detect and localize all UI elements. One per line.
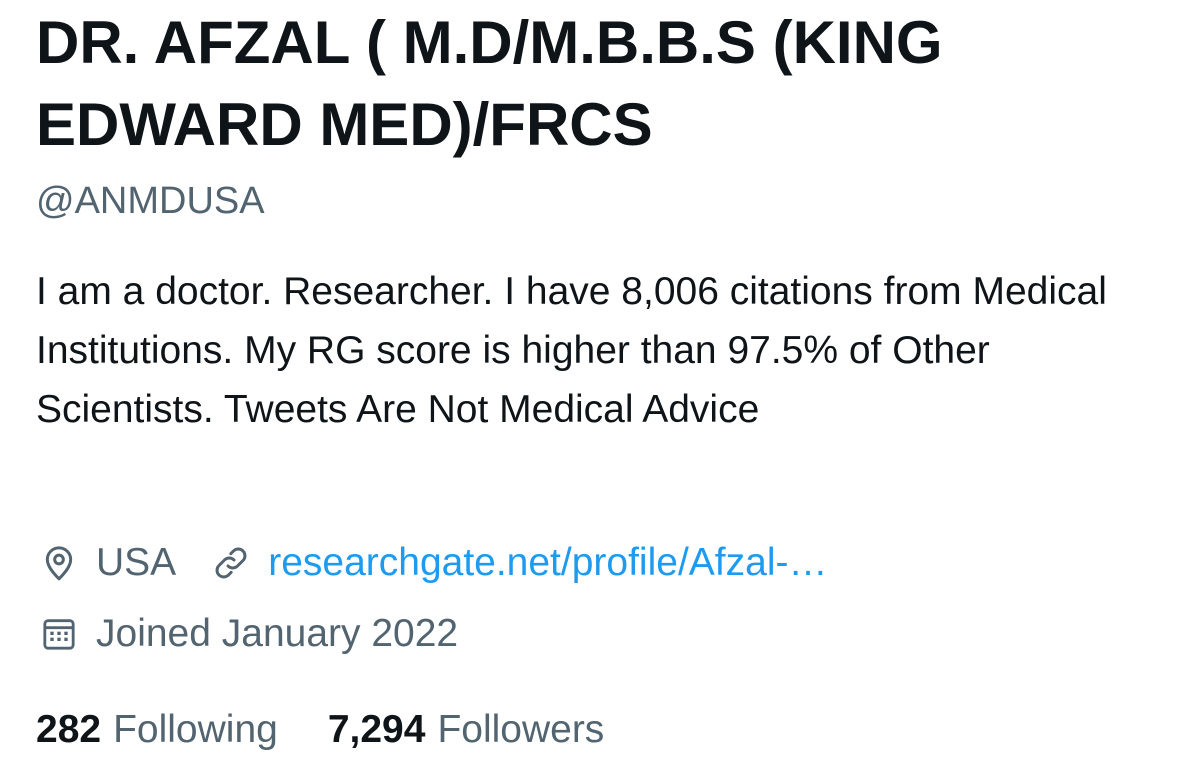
location-text: USA [96, 541, 177, 584]
profile-meta-row: USA researchgate.net/profile/Afzal-… [36, 540, 827, 586]
profile-website: researchgate.net/profile/Afzal-… [208, 540, 827, 586]
website-link[interactable]: researchgate.net/profile/Afzal-… [268, 540, 827, 586]
joined-date: Joined January 2022 [96, 612, 459, 655]
following-label: Following [113, 708, 278, 751]
profile-joined: Joined January 2022 [36, 611, 458, 657]
followers-label: Followers [437, 708, 605, 751]
link-icon [208, 540, 254, 586]
followers-link[interactable]: 7,294 Followers [328, 706, 604, 754]
profile-header: DR. AFZAL ( M.D/M.B.B.S (KING EDWARD MED… [0, 0, 1200, 765]
profile-stats: 282 Following 7,294 Followers [36, 706, 604, 754]
location-pin-icon [36, 540, 82, 586]
calendar-icon [36, 611, 82, 657]
followers-count: 7,294 [327, 708, 426, 751]
following-link[interactable]: 282 Following [36, 706, 278, 754]
user-handle: @ANMDUSA [36, 180, 265, 222]
profile-location: USA [36, 540, 176, 586]
display-name: DR. AFZAL ( M.D/M.B.B.S (KING EDWARD MED… [36, 9, 943, 158]
following-count: 282 [36, 708, 102, 751]
profile-bio: I am a doctor. Researcher. I have 8,006 … [36, 270, 1107, 431]
profile-joined-row: Joined January 2022 [36, 611, 458, 657]
